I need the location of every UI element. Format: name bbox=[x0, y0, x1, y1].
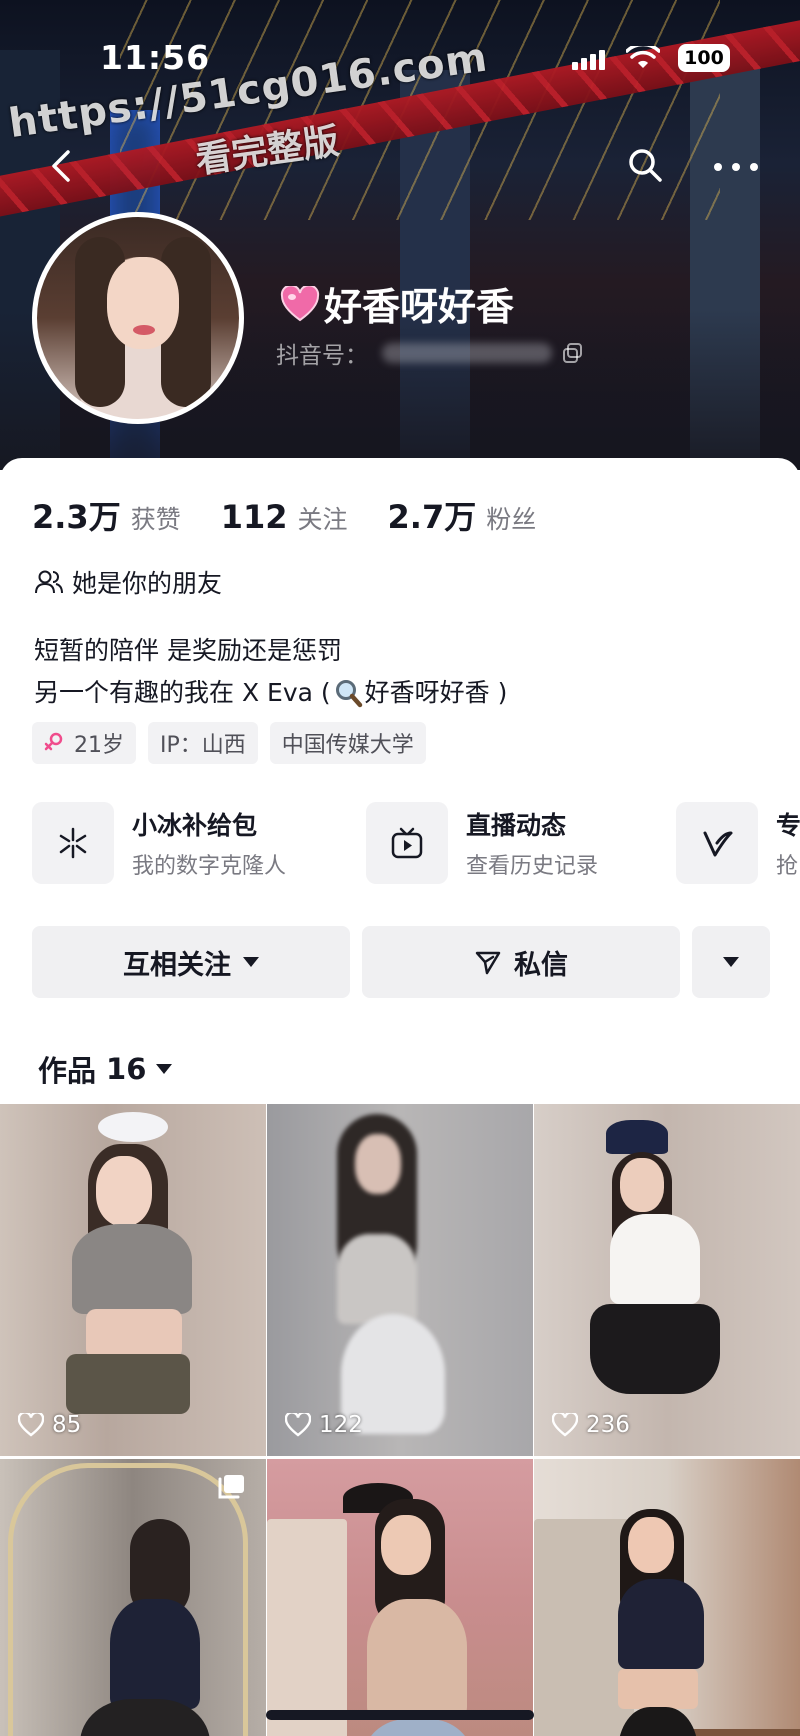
avatar[interactable] bbox=[32, 212, 244, 424]
search-icon[interactable] bbox=[626, 146, 664, 184]
stat-label: 关注 bbox=[297, 505, 348, 534]
stat-following[interactable]: 112 关注 bbox=[221, 498, 348, 536]
chevron-down-icon bbox=[243, 957, 259, 967]
tag-school[interactable]: 中国传媒大学 bbox=[269, 722, 426, 764]
profile-name: 好香呀好香 bbox=[324, 285, 515, 329]
v-logo-icon bbox=[703, 831, 733, 857]
stat-followers[interactable]: 2.7万 粉丝 bbox=[388, 492, 537, 538]
bio-line: 短暂的陪伴 是奖励还是惩罚 bbox=[34, 636, 342, 665]
more-actions-button[interactable] bbox=[692, 926, 770, 998]
stat-label: 获赞 bbox=[130, 505, 181, 534]
video-thumbnail[interactable] bbox=[0, 1459, 266, 1736]
bio-line: 另一个有趣的我在 X Eva ( 好香呀好香 ) bbox=[34, 672, 507, 714]
service-xiaobing[interactable]: 小冰补给包 我的数字克隆人 bbox=[32, 802, 286, 884]
send-icon bbox=[475, 951, 501, 975]
video-thumbnail[interactable]: 85 bbox=[0, 1104, 266, 1456]
message-button[interactable]: 私信 bbox=[362, 926, 680, 998]
chevron-down-icon bbox=[723, 957, 739, 967]
tag-age-text: 21岁 bbox=[74, 733, 124, 758]
video-grid: 85 122 236 bbox=[0, 1104, 800, 1736]
stat-label: 粉丝 bbox=[486, 505, 537, 534]
sparkle-icon bbox=[59, 827, 87, 859]
bio-line-prefix: 另一个有趣的我在 X Eva ( bbox=[34, 678, 331, 707]
more-options-icon[interactable] bbox=[714, 152, 758, 182]
service-third[interactable]: 专 抢 bbox=[676, 802, 800, 884]
douyin-id-label: 抖音号： bbox=[276, 343, 368, 369]
douyin-id-blurred bbox=[382, 343, 552, 363]
service-icon-box bbox=[32, 802, 114, 884]
service-subtitle: 我的数字克隆人 bbox=[132, 854, 287, 879]
multi-image-icon bbox=[218, 1475, 244, 1499]
profile-tags: 21岁 IP：山西 中国传媒大学 bbox=[32, 722, 426, 764]
service-subtitle: 查看历史记录 bbox=[466, 854, 599, 879]
profile-bio: 短暂的陪伴 是奖励还是惩罚 另一个有趣的我在 X Eva ( 好香呀好香 ) bbox=[34, 630, 507, 714]
tag-age: 21岁 bbox=[32, 722, 136, 764]
mutual-follow-button[interactable]: 互相关注 bbox=[32, 926, 350, 998]
video-likes-count: 85 bbox=[52, 1412, 82, 1438]
profile-stats: 2.3万 获赞 112 关注 2.7万 粉丝 bbox=[32, 492, 576, 538]
bio-line-suffix: 好香呀好香 ) bbox=[364, 678, 508, 707]
female-icon bbox=[44, 732, 63, 751]
follow-label: 互相关注 bbox=[123, 949, 231, 981]
douyin-id-row[interactable]: 抖音号： bbox=[276, 336, 584, 370]
works-tab[interactable]: 作品 16 bbox=[38, 1048, 173, 1090]
tag-ip: IP：山西 bbox=[148, 722, 258, 764]
video-thumbnail[interactable] bbox=[534, 1459, 800, 1736]
battery-indicator: 100 bbox=[678, 44, 730, 72]
cellular-signal-icon bbox=[572, 50, 605, 70]
video-thumbnail[interactable] bbox=[267, 1459, 533, 1736]
service-subtitle: 抢 bbox=[776, 854, 799, 879]
stat-value: 2.3万 bbox=[32, 498, 121, 536]
wifi-icon bbox=[626, 46, 660, 68]
profile-name-row: 好香呀好香 bbox=[280, 276, 514, 331]
profile-actions: 互相关注 私信 bbox=[32, 926, 770, 998]
video-likes: 122 bbox=[285, 1412, 363, 1438]
heart-outline-icon bbox=[285, 1413, 311, 1437]
back-arrow-icon[interactable] bbox=[46, 148, 78, 184]
stat-value: 112 bbox=[220, 498, 288, 536]
service-title: 专 bbox=[776, 811, 800, 840]
video-likes-count: 236 bbox=[586, 1412, 630, 1438]
service-title: 小冰补给包 bbox=[132, 811, 258, 840]
service-title: 直播动态 bbox=[466, 811, 567, 840]
friends-icon bbox=[35, 570, 63, 594]
video-thumbnail[interactable]: 236 bbox=[534, 1104, 800, 1456]
magnifier-emoji-icon bbox=[335, 680, 362, 708]
profile-card: 2.3万 获赞 112 关注 2.7万 粉丝 她是你的朋友 短暂的陪伴 是奖励还… bbox=[0, 458, 800, 1736]
service-entries: 小冰补给包 我的数字克隆人 直播动态 查看历史记录 专 抢 bbox=[32, 802, 800, 888]
service-icon-box bbox=[366, 802, 448, 884]
copy-icon[interactable] bbox=[562, 342, 584, 364]
stat-value: 2.7万 bbox=[387, 498, 477, 536]
video-likes: 236 bbox=[552, 1412, 630, 1438]
video-likes-count: 122 bbox=[319, 1412, 363, 1438]
pink-heart-icon bbox=[280, 285, 320, 321]
home-indicator[interactable] bbox=[266, 1710, 534, 1720]
works-count: 16 bbox=[106, 1052, 147, 1086]
tv-play-icon bbox=[391, 827, 423, 859]
service-live-history[interactable]: 直播动态 查看历史记录 bbox=[366, 802, 598, 884]
message-label: 私信 bbox=[514, 949, 568, 981]
friend-relation: 她是你的朋友 bbox=[34, 564, 222, 600]
heart-outline-icon bbox=[18, 1413, 44, 1437]
video-thumbnail[interactable]: 122 bbox=[267, 1104, 533, 1456]
works-label: 作品 bbox=[38, 1054, 97, 1088]
stat-likes[interactable]: 2.3万 获赞 bbox=[32, 492, 181, 538]
service-icon-box bbox=[676, 802, 758, 884]
relation-text: 她是你的朋友 bbox=[72, 569, 223, 598]
video-likes: 85 bbox=[18, 1412, 81, 1438]
heart-outline-icon bbox=[552, 1413, 578, 1437]
chevron-down-icon bbox=[156, 1064, 173, 1074]
